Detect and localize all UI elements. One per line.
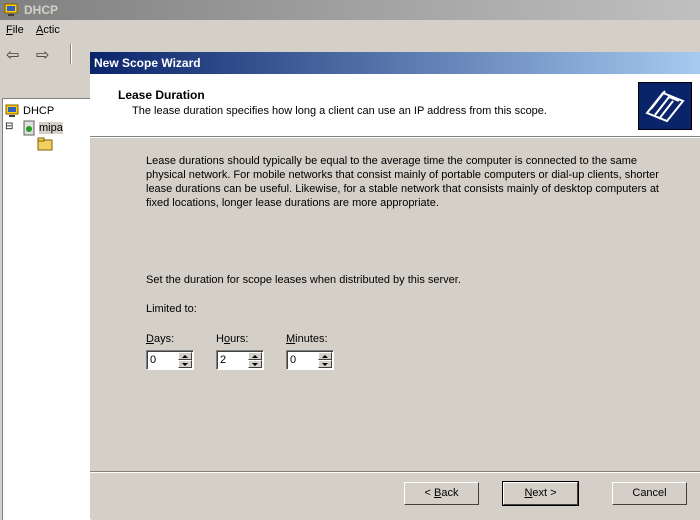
footer-divider [90, 471, 700, 473]
wizard-titlebar[interactable]: New Scope Wizard [90, 52, 700, 74]
header-divider [90, 137, 700, 138]
console-tree-panel: DHCP ⊟ mipa [2, 98, 91, 520]
wizard-title: New Scope Wizard [94, 56, 201, 70]
minutes-spinner[interactable]: 0 [286, 350, 334, 370]
days-down-button[interactable] [178, 360, 192, 368]
new-scope-wizard-dialog: New Scope Wizard Lease Duration The leas… [90, 52, 700, 519]
menu-file[interactable]: File [6, 24, 24, 36]
minutes-label: Minutes: [286, 333, 328, 345]
dhcp-app-icon [4, 2, 20, 18]
minutes-up-button[interactable] [318, 352, 332, 360]
wizard-header: Lease Duration The lease duration specif… [90, 74, 700, 137]
minutes-value[interactable]: 0 [290, 354, 296, 366]
tree-root-label[interactable]: DHCP [23, 105, 54, 117]
console-titlebar[interactable]: DHCP [0, 0, 700, 20]
days-up-button[interactable] [178, 352, 192, 360]
console-title: DHCP [24, 3, 59, 17]
toolbar-separator [70, 44, 72, 64]
hours-spinner[interactable]: 2 [216, 350, 264, 370]
days-value[interactable]: 0 [150, 354, 156, 366]
lease-description: Lease durations should typically be equa… [146, 155, 659, 209]
hours-value[interactable]: 2 [220, 354, 226, 366]
dhcp-tree-icon [5, 103, 21, 119]
next-button[interactable]: Next > [502, 481, 579, 506]
hours-down-button[interactable] [248, 360, 262, 368]
page-title: Lease Duration [118, 88, 205, 102]
days-label: Days: [146, 333, 175, 345]
folder-icon[interactable] [37, 136, 53, 152]
limited-to-label: Limited to: [146, 303, 197, 315]
minutes-down-button[interactable] [318, 360, 332, 368]
wizard-header-graphic-icon [638, 82, 692, 130]
back-button[interactable]: < Back [404, 482, 479, 505]
cancel-button[interactable]: Cancel [612, 482, 687, 505]
menu-action[interactable]: Actic [36, 24, 60, 36]
set-duration-text: Set the duration for scope leases when d… [146, 274, 461, 286]
hours-label: Hours: [216, 333, 249, 345]
forward-arrow-icon[interactable]: ⇨ [36, 45, 49, 65]
hours-up-button[interactable] [248, 352, 262, 360]
tree-collapse-icon[interactable]: ⊟ [5, 121, 13, 132]
server-icon [21, 120, 37, 136]
back-arrow-icon[interactable]: ⇦ [6, 45, 19, 65]
console-menubar: File Actic [0, 21, 700, 41]
days-spinner[interactable]: 0 [146, 350, 194, 370]
tree-server-label[interactable]: mipa [39, 122, 63, 134]
page-subtitle: The lease duration specifies how long a … [132, 105, 547, 117]
